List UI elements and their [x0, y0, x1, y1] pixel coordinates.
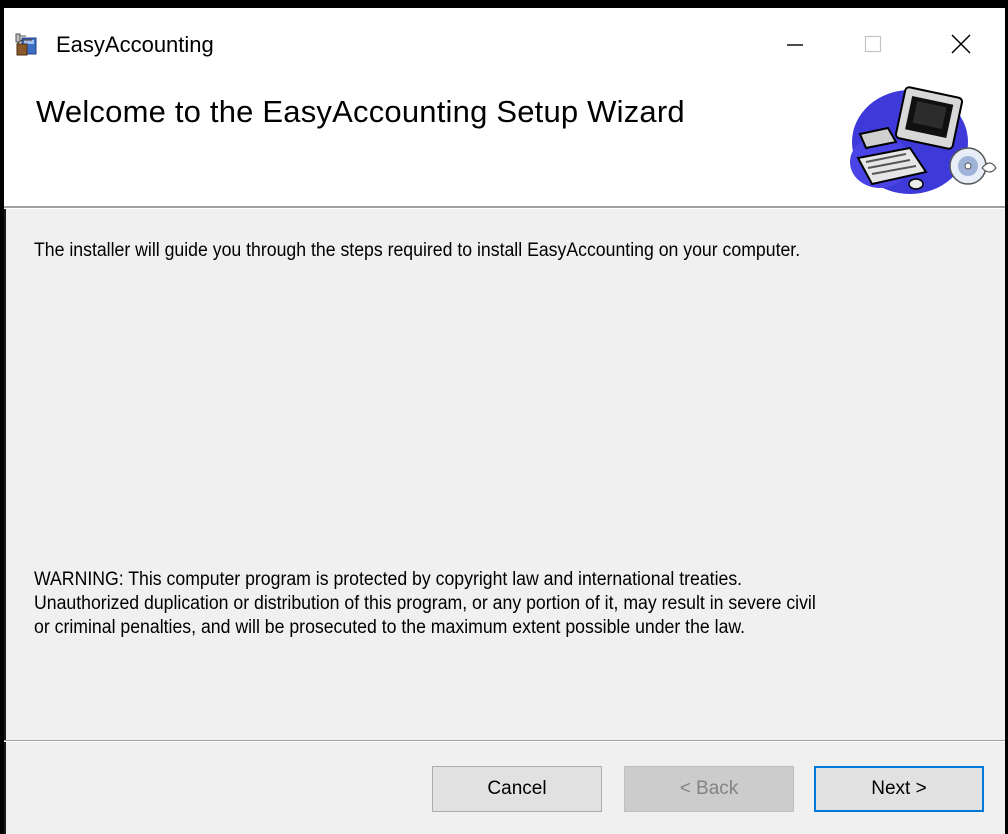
minimize-button[interactable]	[764, 16, 826, 72]
copyright-warning: WARNING: This computer program is protec…	[34, 568, 983, 640]
wizard-heading: Welcome to the EasyAccounting Setup Wiza…	[36, 94, 685, 129]
warning-line: WARNING: This computer program is protec…	[34, 569, 743, 590]
installer-box-icon	[15, 33, 37, 56]
setup-wizard-window: EasyAccounting Welcome to the EasyAccoun…	[4, 8, 1005, 834]
title-bar[interactable]: EasyAccounting	[4, 8, 1005, 74]
footer-divider	[4, 740, 1005, 742]
close-icon	[951, 34, 971, 54]
maximize-button[interactable]	[842, 16, 904, 72]
back-button[interactable]: < Back	[624, 766, 794, 812]
header-divider	[4, 206, 1005, 209]
wizard-header: EasyAccounting Welcome to the EasyAccoun…	[4, 8, 1005, 206]
intro-text: The installer will guide you through the…	[34, 240, 801, 261]
maximize-icon	[864, 35, 882, 53]
computer-with-cd-icon	[850, 86, 997, 194]
next-button[interactable]: Next >	[814, 766, 984, 812]
close-button[interactable]	[930, 16, 992, 72]
minimize-icon	[787, 44, 803, 46]
warning-line: Unauthorized duplication or distribution…	[34, 593, 816, 614]
warning-line: or criminal penalties, and will be prose…	[34, 617, 746, 638]
window-title: EasyAccounting	[56, 32, 214, 57]
cancel-button[interactable]: Cancel	[432, 766, 602, 812]
